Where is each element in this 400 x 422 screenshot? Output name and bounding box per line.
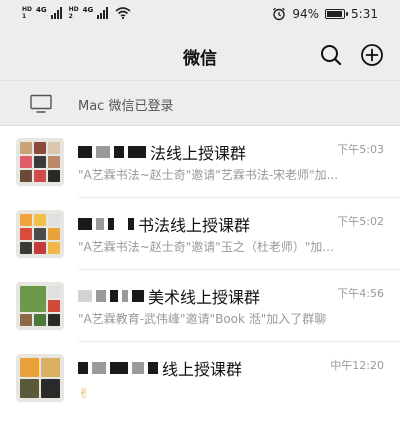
group-avatar (16, 354, 64, 402)
chat-time: 下午5:02 (337, 215, 384, 228)
chat-name-visible: 书法线上授课群 (138, 216, 251, 235)
peace-hand-icon: ✌ (78, 386, 90, 402)
wifi-icon (115, 7, 131, 19)
sim1-slot: 1 (22, 13, 27, 20)
clock-time: 5:31 (351, 7, 378, 21)
group-avatar (16, 210, 64, 258)
chat-time: 下午4:56 (337, 287, 384, 300)
chat-name-visible: 美术线上授课群 (148, 288, 261, 307)
battery-percent: 94% (292, 7, 320, 21)
chat-name-visible: 法线上授课群 (150, 144, 247, 163)
redacted-block (110, 290, 118, 302)
chat-name: 书法线上授课群 (78, 212, 250, 236)
redacted-block (132, 290, 144, 302)
status-bar: HD 1 4G HD 2 4G 94% 5:31 (0, 0, 400, 30)
app-header: 微信 (0, 30, 400, 80)
sim2-slot: 2 (68, 13, 73, 20)
chat-preview: "A艺霖书法~赵士奇"邀请"艺霖书法-宋老师"加... (78, 168, 339, 182)
redacted-block (128, 218, 134, 230)
chat-item[interactable]: 线上授课群 中午12:20 ✌ (0, 342, 400, 414)
redacted-block (128, 146, 146, 158)
redacted-block (110, 362, 128, 374)
chat-preview: "A艺霖教育-武伟峰"邀请"Book 湉"加入了群聊 (78, 312, 327, 326)
status-right: 94% 5:31 (272, 7, 378, 21)
sim2-network: 4G (82, 6, 94, 14)
sim1-label: HD (22, 6, 33, 13)
redacted-block (96, 218, 104, 230)
search-icon[interactable] (318, 42, 344, 68)
battery-icon (325, 9, 349, 19)
group-avatar (16, 282, 64, 330)
redacted-block (78, 218, 92, 230)
chat-time: 中午12:20 (330, 359, 384, 372)
redacted-block (78, 290, 92, 302)
redacted-block (78, 362, 88, 374)
sim2-label: HD (68, 6, 79, 13)
redacted-block (96, 146, 110, 158)
chat-list: 法线上授课群 下午5:03 "A艺霖书法~赵士奇"邀请"艺霖书法-宋老师"加..… (0, 126, 400, 422)
chat-name: 美术线上授课群 (78, 284, 260, 308)
mac-login-bar[interactable]: Mac 微信已登录 (0, 80, 400, 126)
redacted-block (108, 218, 114, 230)
monitor-icon (30, 94, 52, 113)
redacted-block (114, 146, 124, 158)
chat-name: 线上授课群 (78, 356, 242, 380)
chat-time: 下午5:03 (337, 143, 384, 156)
chat-item[interactable]: 美术线上授课群 下午4:56 "A艺霖教育-武伟峰"邀请"Book 湉"加入了群… (0, 270, 400, 342)
signal-indicators: HD 1 4G HD 2 4G (22, 6, 131, 20)
chat-name: 法线上授课群 (78, 140, 246, 164)
sim2-signal-icon (97, 7, 109, 19)
battery-level-fill (327, 11, 343, 17)
plus-circle-icon[interactable] (359, 42, 385, 68)
chat-name-visible: 线上授课群 (162, 360, 243, 379)
group-avatar (16, 138, 64, 186)
mac-login-text: Mac 微信已登录 (78, 99, 174, 114)
alarm-icon (273, 7, 286, 21)
redacted-block (78, 146, 92, 158)
redacted-block (132, 362, 144, 374)
chat-preview: "A艺霖书法~赵士奇"邀请"玉之（杜老师）"加... (78, 240, 334, 254)
chat-item[interactable]: 书法线上授课群 下午5:02 "A艺霖书法~赵士奇"邀请"玉之（杜老师）"加..… (0, 198, 400, 270)
sim2-indicator: HD 2 (69, 6, 79, 20)
redacted-block (96, 290, 106, 302)
chat-item[interactable]: 法线上授课群 下午5:03 "A艺霖书法~赵士奇"邀请"艺霖书法-宋老师"加..… (0, 126, 400, 198)
sim1-signal-icon (50, 7, 62, 19)
sim1-network: 4G (36, 6, 47, 14)
redacted-block (122, 290, 128, 302)
redacted-block (92, 362, 106, 374)
sim1-indicator: HD 1 (22, 6, 32, 20)
redacted-block (148, 362, 158, 374)
